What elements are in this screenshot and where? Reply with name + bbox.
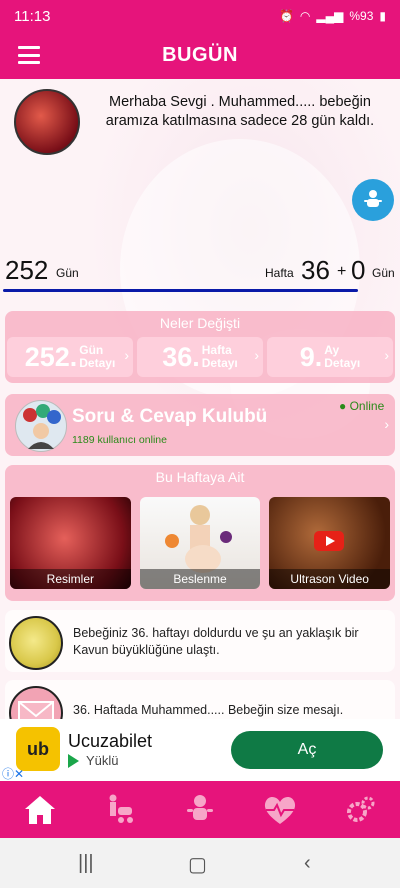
ad-app-name: Ucuzabilet xyxy=(68,731,153,751)
nav-home[interactable] xyxy=(0,781,80,838)
fetus-avatar xyxy=(14,89,80,155)
this-week-title: Bu Haftaya Ait xyxy=(155,469,245,485)
home-icon xyxy=(25,795,55,824)
stroller-icon xyxy=(109,794,133,823)
bottom-navigation xyxy=(0,781,400,838)
signal-icon: ▂▄▆ xyxy=(316,9,344,23)
chevron-right-icon: › xyxy=(384,416,389,432)
envelope-icon xyxy=(9,686,63,719)
week-detail-button[interactable]: 36. Hafta Detayı › xyxy=(137,337,263,377)
day-detail-button[interactable]: 252. Gün Detayı › xyxy=(7,337,133,377)
back-icon[interactable]: ‹ xyxy=(304,852,311,875)
week-count: 36 xyxy=(301,255,330,285)
battery-level: %93 xyxy=(349,9,374,23)
ad-open-button[interactable]: Aç xyxy=(231,731,383,769)
ultrasound-video-label: Ultrason Video xyxy=(269,569,391,589)
images-tile-label: Resimler xyxy=(10,569,131,589)
changes-title: Neler Değişti xyxy=(159,315,241,331)
battery-icon: ▮ xyxy=(379,9,386,23)
baby-button[interactable] xyxy=(352,179,394,221)
system-navigation-bar: ||| ▢ ‹ xyxy=(0,838,400,888)
extra-days-unit: Gün xyxy=(372,266,395,280)
main-content[interactable]: Merhaba Sevgi . Muhammed..... bebeğin ar… xyxy=(0,79,400,719)
month-detail-button[interactable]: 9. Ay Detayı › xyxy=(267,337,393,377)
nav-settings[interactable] xyxy=(320,781,400,838)
status-bar: 11:13 ⏰ ◠ ▂▄▆ %93 ▮ xyxy=(0,0,400,32)
chevron-right-icon: › xyxy=(124,347,129,363)
greeting-text: Merhaba Sevgi . Muhammed..... bebeğin ar… xyxy=(105,94,375,129)
online-indicator: ● Online xyxy=(339,399,384,413)
baby-size-message[interactable]: Bebeğiniz 36. haftayı doldurdu ve şu an … xyxy=(5,610,395,672)
baby-message-text: 36. Haftada Muhammed..... Bebeğin size m… xyxy=(73,703,344,717)
baby-message-item[interactable]: 36. Haftada Muhammed..... Bebeğin size m… xyxy=(5,680,395,719)
nutrition-tile-label: Beslenme xyxy=(139,569,261,589)
nav-baby[interactable] xyxy=(160,781,240,838)
day-detail-number: 252. xyxy=(24,341,78,372)
pregnancy-counters: 252 Gün Hafta 36 + 0 Gün xyxy=(5,255,397,285)
month-detail-sublabel: Detayı xyxy=(324,356,361,370)
week-detail-sublabel: Detayı xyxy=(201,356,238,370)
ad-close-icon[interactable]: ✕ xyxy=(14,767,24,781)
qa-club-title: Soru & Cevap Kulubü xyxy=(72,406,268,427)
ad-installed-label: Yüklü xyxy=(86,753,119,768)
day-detail-sublabel: Detayı xyxy=(79,356,116,370)
qa-club-users-online: 1189 kullanıcı online xyxy=(72,434,167,446)
status-icons: ⏰ ◠ ▂▄▆ %93 ▮ xyxy=(279,9,386,23)
recent-apps-icon[interactable]: ||| xyxy=(78,852,94,875)
home-button-icon[interactable]: ▢ xyxy=(188,852,207,877)
this-week-card: Bu Haftaya Ait Resimler Beslenme Ultraso… xyxy=(5,465,395,601)
week-detail-number: 36. xyxy=(162,341,200,372)
play-store-icon xyxy=(68,754,79,768)
heart-pulse-icon xyxy=(264,796,296,824)
nav-mother-stroller[interactable] xyxy=(80,781,160,838)
month-detail-number: 9. xyxy=(299,341,323,372)
menu-icon[interactable] xyxy=(18,46,40,64)
play-video-icon xyxy=(314,531,345,551)
melon-icon xyxy=(9,616,63,670)
online-dot-icon: ● xyxy=(339,399,350,413)
ad-info-icon[interactable]: ⓘ✕ xyxy=(2,765,24,782)
ultrasound-video-tile[interactable]: Ultrason Video xyxy=(269,497,391,589)
qa-club-avatar xyxy=(15,400,67,452)
week-label: Hafta xyxy=(265,266,294,280)
days-count: 252 xyxy=(5,255,49,285)
app-bar: BUGÜN xyxy=(0,32,400,79)
month-detail-label: Ay xyxy=(324,343,340,357)
images-tile[interactable]: Resimler xyxy=(10,497,131,589)
plus-sign: + xyxy=(337,263,347,280)
gear-icon xyxy=(347,796,375,822)
nutrition-tile[interactable]: Beslenme xyxy=(139,497,261,589)
changes-card: Neler Değişti 252. Gün Detayı › 36. Hafta… xyxy=(5,311,395,383)
qa-club-card[interactable]: Soru & Cevap Kulubü 1189 kullanıcı onlin… xyxy=(5,394,395,456)
nav-health[interactable] xyxy=(240,781,320,838)
days-unit: Gün xyxy=(56,266,79,280)
page-title: BUGÜN xyxy=(162,44,238,66)
status-time: 11:13 xyxy=(14,7,51,25)
baby-icon xyxy=(364,190,382,207)
week-detail-label: Hafta xyxy=(201,343,232,357)
chevron-right-icon: › xyxy=(384,347,389,363)
online-label: Online xyxy=(349,399,385,413)
pregnancy-progress-bar xyxy=(3,289,358,292)
alarm-icon: ⏰ xyxy=(278,9,294,23)
ad-banner[interactable]: ub Ucuzabilet Yüklü Aç ⓘ✕ xyxy=(0,719,400,781)
day-detail-label: Gün xyxy=(79,343,104,357)
wifi-icon: ◠ xyxy=(299,9,311,23)
extra-days-count: 0 xyxy=(351,255,366,285)
baby-nav-icon xyxy=(187,794,213,820)
baby-size-text: Bebeğiniz 36. haftayı doldurdu ve şu an … xyxy=(73,626,359,657)
question-marks-icon xyxy=(23,404,61,449)
chevron-right-icon: › xyxy=(254,347,259,363)
